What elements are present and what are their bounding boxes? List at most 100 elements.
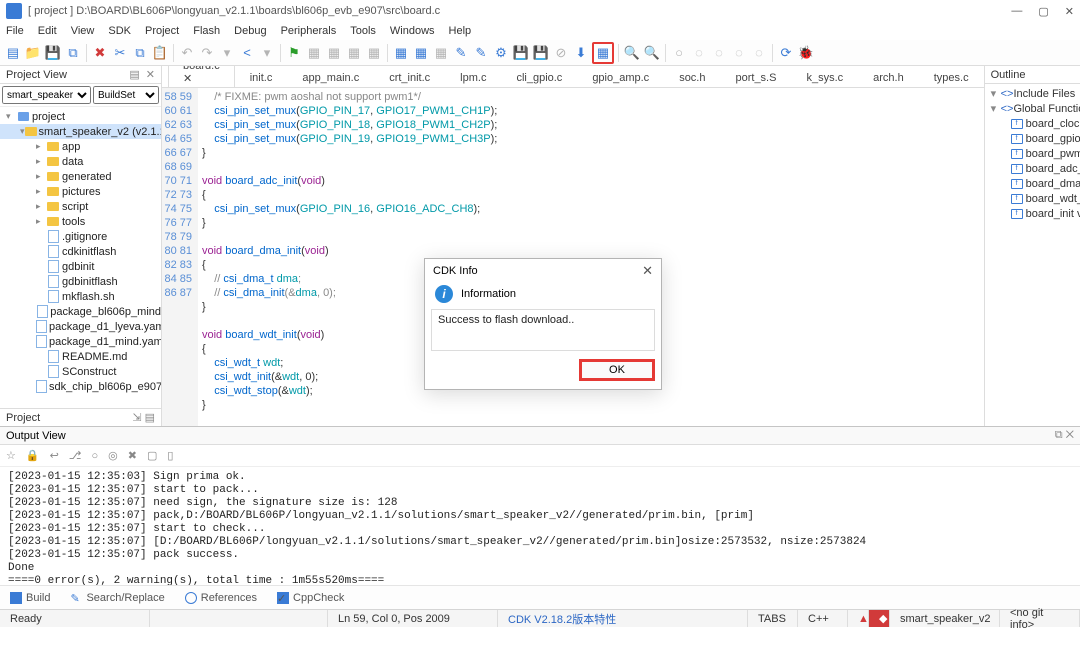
menu-windows[interactable]: Windows (390, 25, 435, 37)
tree-node[interactable]: ▸generated (0, 169, 161, 184)
close-icon[interactable]: ✕ (1065, 5, 1074, 18)
project-tab[interactable]: Project⇲ ▤ (0, 408, 161, 426)
saveall-icon[interactable]: ⧉ (64, 44, 82, 62)
ok-button[interactable]: OK (579, 359, 655, 381)
paste-icon[interactable]: 📋 (151, 44, 169, 62)
fwd-icon[interactable]: ▾ (258, 44, 276, 62)
config-select[interactable]: smart_speaker (2, 86, 91, 104)
tree-node[interactable]: ▾smart_speaker_v2 (v2.1.1 (0, 124, 161, 139)
tab-types-c[interactable]: types.c (919, 68, 984, 87)
dl-icon[interactable]: ⬇ (572, 44, 590, 62)
tree-node[interactable]: .gitignore (0, 229, 161, 244)
star-icon[interactable]: ☆ (6, 449, 16, 462)
tab-k_sys-c[interactable]: k_sys.c (791, 68, 858, 87)
minimize-icon[interactable]: — (1011, 5, 1022, 18)
d4-icon[interactable]: ◌ (730, 44, 748, 62)
outline-item[interactable]: fboard_dma_init voi (985, 176, 1080, 191)
gear-icon[interactable]: ⚙ (492, 44, 510, 62)
tree-node[interactable]: README.md (0, 349, 161, 364)
status-project[interactable]: smart_speaker_v2 (890, 610, 1000, 627)
save2-icon[interactable]: 💾 (512, 44, 530, 62)
clr-icon[interactable]: ▯ (167, 449, 173, 462)
tree-node[interactable]: gdbinitflash (0, 274, 161, 289)
tab-port_s-S[interactable]: port_s.S (720, 68, 791, 87)
wrap-icon[interactable]: ↩ (50, 449, 59, 462)
buildset-select[interactable]: BuildSet (93, 86, 159, 104)
tree-node[interactable]: ▸app (0, 139, 161, 154)
xx-icon[interactable]: ✖ (128, 449, 137, 462)
copy-icon[interactable]: ⧉ (131, 44, 149, 62)
tree-node[interactable]: ▸tools (0, 214, 161, 229)
tab-build[interactable]: Build (10, 592, 50, 604)
undo-icon[interactable]: ↶ (178, 44, 196, 62)
tab-soc-h[interactable]: soc.h (664, 68, 720, 87)
lock-icon[interactable]: 🔒 (26, 449, 40, 462)
rebuild-icon[interactable]: ▦ (412, 44, 430, 62)
status-version[interactable]: CDK V2.18.2版本特性 (498, 610, 748, 627)
tree-node[interactable]: ▸script (0, 199, 161, 214)
tab-gpio_amp-c[interactable]: gpio_amp.c (577, 68, 664, 87)
zoom-in-icon[interactable]: 🔍 (623, 44, 641, 62)
back-icon[interactable]: < (238, 44, 256, 62)
pv-tool-icon[interactable]: ▤ (129, 68, 139, 81)
cut-icon[interactable]: ✂ (111, 44, 129, 62)
b2-icon[interactable]: ▦ (325, 44, 343, 62)
tab-app_main-c[interactable]: app_main.c (287, 68, 374, 87)
menu-flash[interactable]: Flash (193, 25, 220, 37)
bug-icon[interactable]: 🐞 (797, 44, 815, 62)
tab-init-c[interactable]: init.c (235, 68, 288, 87)
output-text[interactable]: [2023-01-15 12:35:03] Sign prima ok. [20… (0, 467, 1080, 585)
tab-lpm-c[interactable]: lpm.c (445, 68, 501, 87)
branch-icon[interactable]: ⎇ (69, 449, 82, 462)
outline-item[interactable]: fboard_clock_config (985, 116, 1080, 131)
outline-item[interactable]: fboard_init void (voi (985, 206, 1080, 221)
b3-icon[interactable]: ▦ (345, 44, 363, 62)
maximize-icon[interactable]: ▢ (1038, 5, 1048, 18)
outline-item[interactable]: fboard_pwm_init voi (985, 146, 1080, 161)
menu-peripherals[interactable]: Peripherals (281, 25, 337, 37)
menu-view[interactable]: View (71, 25, 95, 37)
tool2-icon[interactable]: ✎ (472, 44, 490, 62)
d1-icon[interactable]: ○ (670, 44, 688, 62)
outline-item[interactable]: fboard_wdt_init void (985, 191, 1080, 206)
flash-icon[interactable]: ▦ (592, 42, 614, 64)
tab-search[interactable]: ✎Search/Replace (70, 592, 164, 604)
status-err-icon[interactable]: ◆ (869, 610, 890, 627)
status-warn-icon[interactable]: ▲ (848, 610, 869, 627)
tool1-icon[interactable]: ✎ (452, 44, 470, 62)
zoom-out-icon[interactable]: 🔍 (643, 44, 661, 62)
menu-file[interactable]: File (6, 25, 24, 37)
project-tree[interactable]: ▾project▾smart_speaker_v2 (v2.1.1▸app▸da… (0, 107, 161, 408)
menu-debug[interactable]: Debug (234, 25, 266, 37)
tree-node[interactable]: SConstruct (0, 364, 161, 379)
tab-refs[interactable]: References (185, 592, 257, 604)
pv-close-icon[interactable]: ✕ (146, 68, 155, 81)
tree-node[interactable]: mkflash.sh (0, 289, 161, 304)
tree-node[interactable]: ▸data (0, 154, 161, 169)
flag-icon[interactable]: ⚑ (285, 44, 303, 62)
tree-node[interactable]: cdkinitflash (0, 244, 161, 259)
tree-node[interactable]: ▸pictures (0, 184, 161, 199)
tree-node[interactable]: package_d1_mind.yam (0, 334, 161, 349)
save-icon[interactable]: 💾 (44, 44, 62, 62)
menu-help[interactable]: Help (449, 25, 472, 37)
sq-icon[interactable]: ▢ (147, 449, 157, 462)
build-icon[interactable]: ▦ (392, 44, 410, 62)
d5-icon[interactable]: ◌ (750, 44, 768, 62)
dialog-close-icon[interactable]: ✕ (642, 263, 653, 279)
tab-arch-h[interactable]: arch.h (858, 68, 919, 87)
b1-icon[interactable]: ▦ (305, 44, 323, 62)
tree-node[interactable]: package_bl606p_mind (0, 304, 161, 319)
dd-icon[interactable]: ▾ (218, 44, 236, 62)
refresh-icon[interactable]: ⟳ (777, 44, 795, 62)
open-icon[interactable]: 📁 (24, 44, 42, 62)
outline-item[interactable]: fboard_gpio_init void (985, 131, 1080, 146)
tab-cppcheck[interactable]: ✓CppCheck (277, 592, 344, 604)
stop-build-icon[interactable]: ▦ (432, 44, 450, 62)
menu-edit[interactable]: Edit (38, 25, 57, 37)
outline-item[interactable]: fboard_adc_init void (985, 161, 1080, 176)
tree-node[interactable]: gdbinit (0, 259, 161, 274)
outline-group[interactable]: ▾<> Include Files (985, 86, 1080, 101)
tab-board-c[interactable]: board.c ✕ (168, 66, 235, 88)
redo-icon[interactable]: ↷ (198, 44, 216, 62)
